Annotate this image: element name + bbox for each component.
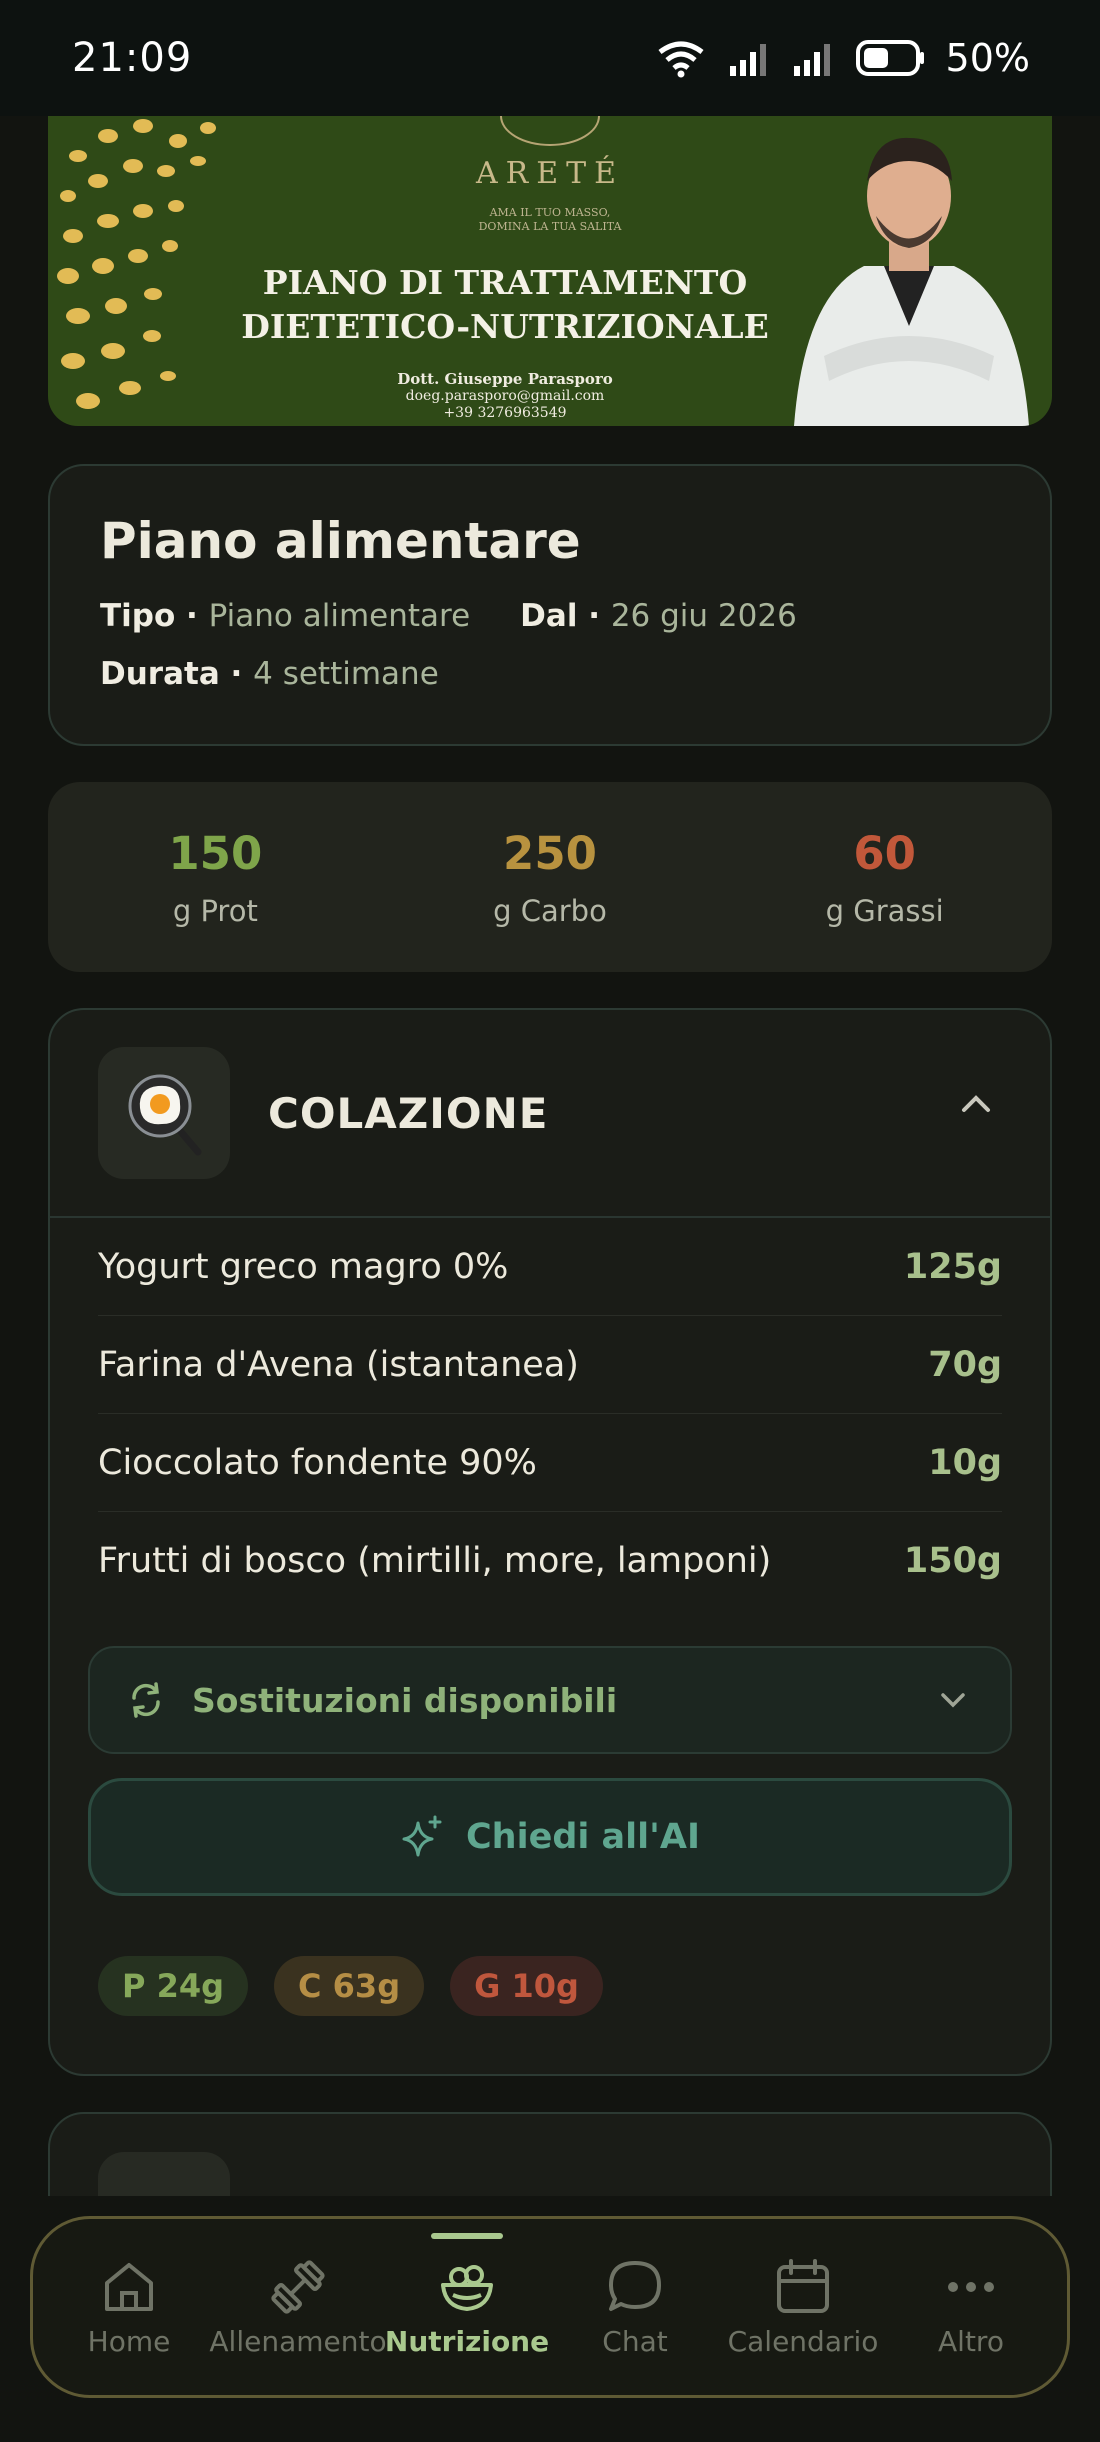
active-tab-indicator	[431, 2232, 503, 2239]
substitutions-label: Sostituzioni disponibili	[192, 1680, 618, 1720]
meal-macro-chips: P 24g C 63g G 10g	[98, 1956, 1002, 2016]
food-row: Frutti di bosco (mirtilli, more, lamponi…	[98, 1512, 1002, 1610]
calendar-icon	[777, 2258, 829, 2313]
plan-start-value: 26 giu 2026	[610, 598, 797, 634]
chip-carbs: C 63g	[274, 1956, 425, 2016]
macro-fat-label: g Grassi	[825, 893, 944, 928]
meal-title: COLAZIONE	[268, 1088, 549, 1138]
wifi-icon	[658, 41, 704, 78]
apple-icon	[98, 2152, 230, 2196]
content-scroll[interactable]: ARETÉ AMA IL TUO MASSO, DOMINA LA TUA SA…	[0, 116, 1100, 2196]
plan-row-2: Durata · 4 settimane	[100, 656, 1000, 692]
meal-card-colazione: COLAZIONE Yogurt greco magro 0% 125g Far…	[48, 1008, 1052, 2076]
signal-icon-2	[793, 44, 830, 76]
refresh-icon	[132, 1682, 160, 1718]
plan-banner: ARETÉ AMA IL TUO MASSO, DOMINA LA TUA SA…	[48, 116, 1052, 426]
chip-protein: P 24g	[98, 1956, 249, 2016]
plan-type: Tipo · Piano alimentare	[100, 598, 471, 634]
food-name: Cioccolato fondente 90%	[98, 1442, 537, 1483]
nav-workout[interactable]: Allenamento	[209, 2257, 387, 2358]
ask-ai-button[interactable]: Chiedi all'AI	[88, 1778, 1012, 1896]
food-qty: 70g	[928, 1344, 1002, 1385]
plan-title: Piano alimentare	[100, 512, 581, 570]
nav-calendar-label: Calendario	[727, 2324, 879, 2358]
macro-fat: 60 g Grassi	[735, 827, 1035, 928]
food-name: Farina d'Avena (istantanea)	[98, 1344, 579, 1385]
food-row: Farina d'Avena (istantanea) 70g	[98, 1316, 1002, 1414]
status-icons: 50%	[654, 36, 1030, 80]
macro-protein-value: 150	[168, 826, 263, 880]
macro-carbs-label: g Carbo	[493, 893, 607, 928]
nav-more-label: Altro	[938, 2324, 1004, 2358]
bottom-navigation: Home Allenamento Nutrizione Chat Calenda…	[30, 2216, 1070, 2398]
macro-fat-value: 60	[853, 826, 916, 880]
macro-protein-label: g Prot	[172, 893, 258, 928]
plan-start-label: Dal	[520, 598, 578, 634]
meal-header[interactable]: COLAZIONE	[50, 1010, 1050, 1218]
home-icon	[105, 2262, 153, 2311]
chevron-up-icon[interactable]	[958, 1092, 994, 1116]
brand-logo	[500, 116, 600, 146]
signal-icon	[729, 44, 766, 76]
macro-carbs: 250 g Carbo	[400, 827, 700, 928]
nav-home-label: Home	[87, 2324, 171, 2358]
dumbbell-icon	[271, 2259, 325, 2314]
plan-type-label: Tipo	[100, 598, 176, 634]
plan-duration-label: Durata	[100, 656, 220, 692]
macro-summary: 150 g Prot 250 g Carbo 60 g Grassi	[48, 782, 1052, 972]
sparkles-icon	[402, 1815, 442, 1857]
macro-protein: 150 g Prot	[65, 827, 365, 928]
status-time: 21:09	[72, 35, 193, 81]
food-qty: 150g	[903, 1541, 1002, 1581]
nav-workout-label: Allenamento	[209, 2324, 387, 2358]
plan-start: Dal · 26 giu 2026	[520, 598, 797, 634]
nav-nutrition[interactable]: Nutrizione	[383, 2232, 551, 2358]
nav-more[interactable]: Altro	[887, 2257, 1055, 2358]
nav-chat-label: Chat	[602, 2324, 668, 2358]
food-qty: 125g	[903, 1246, 1002, 1287]
food-list: Yogurt greco magro 0% 125g Farina d'Aven…	[50, 1218, 1050, 1610]
battery-percent: 50%	[945, 36, 1030, 80]
plan-type-value: Piano alimentare	[208, 598, 471, 634]
food-row: Yogurt greco magro 0% 125g	[98, 1218, 1002, 1316]
salad-bowl-icon	[441, 2264, 493, 2311]
status-bar: 21:09 50%	[0, 0, 1100, 116]
meal-card-next[interactable]	[48, 2112, 1052, 2196]
plan-duration: Durata · 4 settimane	[100, 656, 439, 692]
substitutions-dropdown[interactable]: Sostituzioni disponibili	[88, 1646, 1012, 1754]
ask-ai-label: Chiedi all'AI	[465, 1817, 700, 1857]
food-name: Yogurt greco magro 0%	[98, 1246, 509, 1287]
food-qty: 10g	[928, 1442, 1002, 1483]
nav-chat[interactable]: Chat	[551, 2257, 719, 2358]
plan-duration-value: 4 settimane	[253, 656, 439, 692]
fried-egg-pan-icon	[98, 1047, 230, 1179]
nav-nutrition-label: Nutrizione	[384, 2324, 550, 2358]
chip-fat: G 10g	[450, 1956, 603, 2016]
nav-calendar[interactable]: Calendario	[719, 2257, 887, 2358]
chat-bubble-icon	[609, 2260, 661, 2311]
doctor-photo	[794, 137, 1029, 426]
food-row: Cioccolato fondente 90% 10g	[98, 1414, 1002, 1512]
nav-home[interactable]: Home	[45, 2257, 213, 2358]
chevron-down-icon	[941, 1693, 965, 1708]
macro-carbs-value: 250	[503, 826, 597, 880]
plan-info-card: Piano alimentare Tipo · Piano alimentare…	[48, 464, 1052, 746]
food-name: Frutti di bosco (mirtilli, more, lamponi…	[98, 1541, 772, 1581]
battery-icon	[855, 40, 924, 76]
plan-row-1: Tipo · Piano alimentare Dal · 26 giu 202…	[100, 598, 1000, 634]
more-dots-icon	[948, 2281, 994, 2292]
